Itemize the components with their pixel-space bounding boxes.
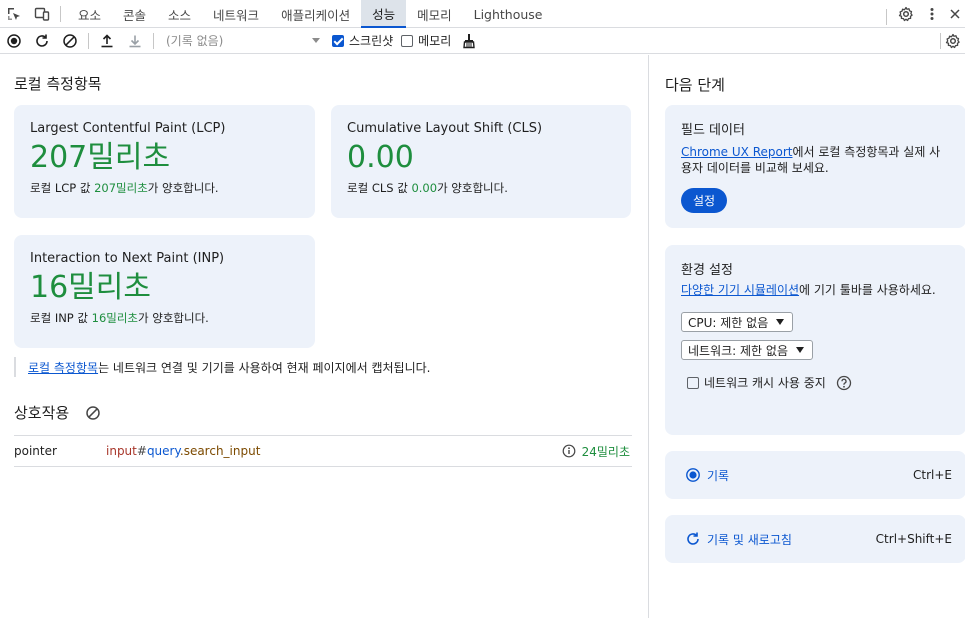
record-action-button[interactable]: 기록 Ctrl+E <box>665 451 965 499</box>
disable-cache-label: 네트워크 캐시 사용 중지 <box>704 376 826 390</box>
environment-settings-description: 다양한 기기 시뮬레이션에 기기 툴바를 사용하세요. <box>681 283 936 297</box>
tab-lighthouse[interactable]: Lighthouse <box>463 0 554 28</box>
memory-label: 메모리 <box>418 34 452 48</box>
chevron-down-icon <box>796 347 804 353</box>
upload-icon[interactable] <box>93 28 121 54</box>
help-icon[interactable] <box>836 375 852 391</box>
download-icon[interactable] <box>121 28 149 54</box>
interaction-target-selector[interactable]: input#query.search_input <box>106 444 562 458</box>
inp-metric-description: 로컬 INP 값 16밀리초가 양호합니다. <box>30 311 209 325</box>
close-icon[interactable] <box>945 0 965 28</box>
record-and-reload-action-button[interactable]: 기록 및 새로고침 Ctrl+Shift+E <box>665 515 965 563</box>
tab-memory[interactable]: 메모리 <box>406 0 463 28</box>
local-metrics-title: 로컬 측정항목 <box>14 75 102 93</box>
capture-settings-gear-icon[interactable] <box>945 28 965 54</box>
garbage-collect-broom-icon[interactable] <box>455 28 483 54</box>
tab-application[interactable]: 애플리케이션 <box>270 0 361 28</box>
cls-metric-card: Cumulative Layout Shift (CLS) 0.00 로컬 CL… <box>331 105 631 218</box>
cls-metric-name: Cumulative Layout Shift (CLS) <box>347 121 543 136</box>
more-options-icon[interactable] <box>919 0 945 28</box>
lcp-metric-value: 207밀리초 <box>30 140 171 175</box>
devtools-tab-bar: 요소 콘솔 소스 네트워크 애플리케이션 성능 메모리 Lighthouse <box>0 0 965 28</box>
chevron-down-icon <box>776 319 785 325</box>
toolbar-divider <box>153 32 154 49</box>
device-toolbar-icon[interactable] <box>28 0 56 28</box>
inspect-element-icon[interactable] <box>0 0 28 28</box>
performance-toolbar: (기록 없음) 스크린샷 메모리 <box>0 28 965 54</box>
reload-icon <box>685 531 701 547</box>
memory-checkbox[interactable]: 메모리 <box>401 32 451 49</box>
toolbar-divider <box>940 32 941 49</box>
environment-settings-heading: 환경 설정 <box>681 263 733 278</box>
tab-network[interactable]: 네트워크 <box>202 0 270 28</box>
cls-metric-description: 로컬 CLS 값 0.00가 양호합니다. <box>347 181 508 195</box>
interaction-duration: 24밀리초 <box>562 443 632 460</box>
device-simulation-link[interactable]: 다양한 기기 시뮬레이션 <box>681 283 799 297</box>
reload-icon[interactable] <box>28 28 56 54</box>
checkbox-checked-icon[interactable] <box>332 34 344 47</box>
field-data-description: Chrome UX Report에서 로컬 측정항목과 실제 사용자 데이터를 … <box>681 145 941 175</box>
chevron-down-icon <box>312 37 320 43</box>
cpu-throttling-select[interactable]: CPU: 제한 없음 <box>681 312 794 332</box>
inp-metric-card: Interaction to Next Paint (INP) 16밀리초 로컬… <box>14 235 315 348</box>
field-data-card: 필드 데이터 Chrome UX Report에서 로컬 측정항목과 실제 사용… <box>665 105 965 228</box>
lcp-metric-name: Largest Contentful Paint (LCP) <box>30 121 226 136</box>
toolbar-divider <box>88 32 89 49</box>
record-icon <box>685 467 701 483</box>
table-row[interactable]: pointer input#query.search_input 24밀리초 <box>14 435 632 467</box>
record-and-reload-label: 기록 및 새로고침 <box>707 532 792 547</box>
tab-console[interactable]: 콘솔 <box>112 0 157 28</box>
info-icon[interactable] <box>562 444 576 458</box>
recording-select-value: (기록 없음) <box>166 34 224 48</box>
disable-cache-checkbox[interactable]: 네트워크 캐시 사용 중지 <box>687 374 950 391</box>
inp-metric-value: 16밀리초 <box>30 270 151 305</box>
lcp-metric-description: 로컬 LCP 값 207밀리초가 양호합니다. <box>30 181 219 195</box>
toolbar-divider <box>886 9 887 25</box>
environment-settings-card: 환경 설정 다양한 기기 시뮬레이션에 기기 툴바를 사용하세요. CPU: 제… <box>665 245 965 435</box>
toolbar-divider <box>60 6 61 22</box>
clear-interactions-icon[interactable] <box>85 405 101 421</box>
local-metrics-note: 로컬 측정항목 는 네트워크 연결 및 기기를 사용하여 현재 페이지에서 캡처됩… <box>14 357 430 377</box>
interaction-type: pointer <box>14 444 57 458</box>
interactions-header: 상호작용 <box>14 402 101 423</box>
screenshot-checkbox[interactable]: 스크린샷 <box>332 32 393 49</box>
clear-icon[interactable] <box>56 28 84 54</box>
field-data-heading: 필드 데이터 <box>681 123 745 138</box>
next-steps-title: 다음 단계 <box>665 76 725 94</box>
record-shortcut: Ctrl+E <box>913 468 952 482</box>
record-and-reload-shortcut: Ctrl+Shift+E <box>875 532 952 546</box>
record-icon[interactable] <box>0 28 28 54</box>
chrome-ux-report-link[interactable]: Chrome UX Report <box>681 145 792 159</box>
tab-sources[interactable]: 소스 <box>157 0 202 28</box>
cls-metric-value: 0.00 <box>347 140 414 175</box>
field-data-setup-button[interactable]: 설정 <box>681 188 728 213</box>
interactions-title: 상호작용 <box>14 404 70 422</box>
recording-select[interactable]: (기록 없음) <box>162 30 324 52</box>
network-throttling-select[interactable]: 네트워크: 제한 없음 <box>681 340 813 360</box>
screenshot-label: 스크린샷 <box>349 34 394 48</box>
lcp-metric-card: Largest Contentful Paint (LCP) 207밀리초 로컬… <box>14 105 315 218</box>
tab-performance[interactable]: 성능 <box>361 0 407 28</box>
settings-gear-icon[interactable] <box>893 0 919 28</box>
tab-elements[interactable]: 요소 <box>67 0 112 28</box>
checkbox-unchecked-icon[interactable] <box>687 376 699 389</box>
interaction-duration-value: 24밀리초 <box>581 444 630 459</box>
local-metrics-note-text: 는 네트워크 연결 및 기기를 사용하여 현재 페이지에서 캡처됩니다. <box>98 360 431 375</box>
live-metrics-panel: 로컬 측정항목 Largest Contentful Paint (LCP) 2… <box>0 55 648 618</box>
checkbox-unchecked-icon[interactable] <box>401 34 414 47</box>
local-metrics-link[interactable]: 로컬 측정항목 <box>28 359 98 376</box>
next-steps-sidebar: 다음 단계 필드 데이터 Chrome UX Report에서 로컬 측정항목과… <box>648 55 965 618</box>
inp-metric-name: Interaction to Next Paint (INP) <box>30 251 225 266</box>
record-action-label: 기록 <box>707 468 730 483</box>
